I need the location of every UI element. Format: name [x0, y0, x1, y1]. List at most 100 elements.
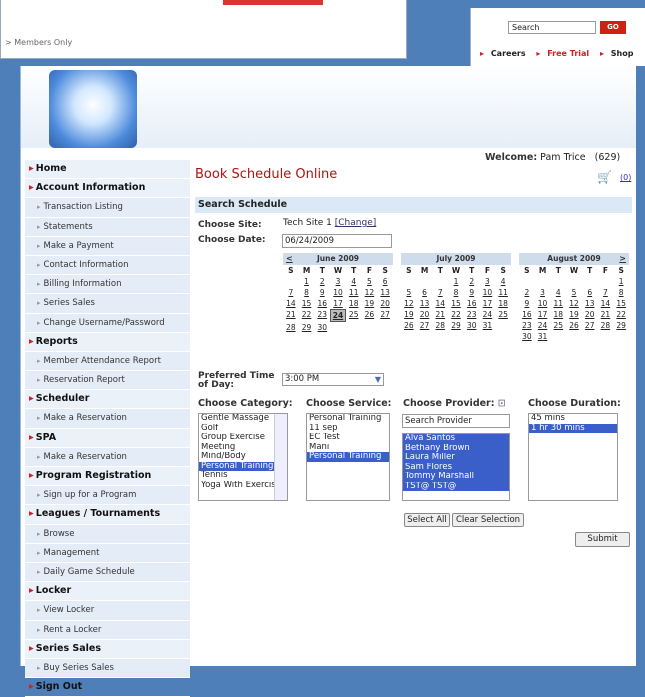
calendar-day[interactable]: 13	[582, 298, 598, 309]
sidebar-section-1[interactable]: ▸ Account Information	[25, 179, 190, 199]
calendar-day[interactable]: 15	[613, 298, 629, 309]
calendar-day[interactable]: 5	[401, 287, 417, 298]
calendar-day[interactable]: 29	[613, 320, 629, 331]
next-month-icon[interactable]: >	[619, 253, 626, 265]
provider-option[interactable]: Alva Santos	[403, 434, 509, 444]
sidebar-item-8[interactable]: ▸ Change Username/Password	[25, 313, 190, 333]
calendar-day[interactable]: 11	[346, 287, 362, 298]
calendar-day[interactable]: 26	[401, 320, 417, 331]
select-all-button[interactable]: Select All	[404, 513, 450, 527]
calendar-day[interactable]: 8	[448, 287, 464, 298]
sidebar-item-17[interactable]: ▸ Sign up for a Program	[25, 486, 190, 506]
shop-link[interactable]: ▸ Shop	[600, 49, 638, 58]
sidebar-section-27[interactable]: ▸ Sign Out	[25, 678, 190, 697]
calendar-day[interactable]: 11	[495, 287, 511, 298]
calendar-day[interactable]: 21	[598, 309, 614, 320]
calendar-day[interactable]: 20	[377, 298, 393, 309]
sidebar-item-11[interactable]: ▸ Reservation Report	[25, 371, 190, 391]
calendar-day[interactable]: 6	[417, 287, 433, 298]
submit-button[interactable]: Submit	[575, 532, 630, 547]
service-option[interactable]: 11 sep	[307, 424, 389, 434]
calendar-day[interactable]: 10	[535, 298, 551, 309]
calendar-day[interactable]: 18	[346, 298, 362, 309]
calendar-day[interactable]: 28	[598, 320, 614, 331]
sidebar-section-0[interactable]: ▸ Home	[25, 160, 190, 180]
sidebar-item-10[interactable]: ▸ Member Attendance Report	[25, 351, 190, 372]
calendar-day[interactable]: 30	[519, 331, 535, 342]
calendar-day[interactable]: 31	[535, 331, 551, 342]
calendar-day[interactable]: 23	[464, 309, 480, 320]
calendar-day[interactable]: 25	[550, 320, 566, 331]
calendar-day[interactable]: 9	[519, 298, 535, 309]
calendar-day[interactable]: 5	[566, 287, 582, 298]
calendar-day[interactable]: 7	[598, 287, 614, 298]
calendar-day[interactable]: 6	[582, 287, 598, 298]
change-site-link[interactable]: [Change]	[335, 218, 376, 228]
calendar-day[interactable]: 1	[299, 276, 315, 287]
calendar-day[interactable]: 3	[535, 287, 551, 298]
calendar-day[interactable]: 19	[362, 298, 378, 309]
duration-option[interactable]: 1 hr 30 mins	[529, 423, 617, 433]
scrollbar[interactable]	[274, 414, 287, 500]
calendar-day[interactable]: 29	[448, 320, 464, 331]
calendar-day[interactable]: 27	[417, 320, 433, 331]
calendar-day[interactable]: 16	[519, 309, 535, 320]
calendar-day[interactable]: 9	[464, 287, 480, 298]
filter-icon[interactable]: ⊡	[498, 398, 506, 409]
duration-listbox[interactable]: 45 mins 1 hr 30 mins	[528, 413, 618, 501]
calendar-day[interactable]: 3	[480, 276, 496, 287]
calendar-day[interactable]: 15	[299, 298, 315, 309]
calendar-day[interactable]: 12	[401, 298, 417, 309]
calendar-day[interactable]: 3	[330, 276, 346, 287]
provider-option[interactable]: Tommy Marshall	[403, 472, 509, 482]
calendar-day[interactable]: 19	[401, 309, 417, 320]
sidebar-item-13[interactable]: ▸ Make a Reservation	[25, 409, 190, 429]
calendar-day[interactable]: 12	[566, 298, 582, 309]
sidebar-item-21[interactable]: ▸ Daily Game Schedule	[25, 562, 190, 583]
prev-month-icon[interactable]: <	[286, 253, 293, 265]
calendar-day[interactable]: 28	[432, 320, 448, 331]
preferred-time-select[interactable]: 3:00 PM ▼	[282, 373, 384, 386]
calendar-day[interactable]: 6	[377, 276, 393, 287]
sidebar-item-5[interactable]: ▸ Contact Information	[25, 255, 190, 276]
sidebar-item-3[interactable]: ▸ Statements	[25, 217, 190, 237]
sidebar-section-12[interactable]: ▸ Scheduler	[25, 390, 190, 410]
calendar-day[interactable]: 26	[362, 309, 378, 322]
sidebar-section-25[interactable]: ▸ Series Sales	[25, 640, 190, 659]
calendar-day[interactable]: 19	[566, 309, 582, 320]
calendar-day[interactable]: 29	[299, 322, 315, 333]
search-input[interactable]: Search	[508, 21, 596, 34]
calendar-day[interactable]: 2	[519, 287, 535, 298]
calendar-day[interactable]: 1	[448, 276, 464, 287]
sidebar-item-7[interactable]: ▸ Series Sales	[25, 294, 190, 314]
calendar-day[interactable]: 5	[362, 276, 378, 287]
sidebar-section-22[interactable]: ▸ Locker	[25, 582, 190, 602]
calendar-day[interactable]: 10	[330, 287, 346, 298]
calendar-day[interactable]: 23	[314, 309, 330, 322]
calendar-day[interactable]: 8	[299, 287, 315, 298]
calendar-day[interactable]: 16	[464, 298, 480, 309]
provider-option[interactable]: Sam Flores	[403, 462, 509, 472]
calendar-day[interactable]: 30	[464, 320, 480, 331]
sidebar-item-6[interactable]: ▸ Billing Information	[25, 275, 190, 295]
calendar-day[interactable]: 18	[495, 298, 511, 309]
sidebar-item-15[interactable]: ▸ Make a Reservation	[25, 447, 190, 467]
calendar-day[interactable]: 21	[283, 309, 299, 322]
provider-option[interactable]: Bethany Brown	[403, 443, 509, 453]
cart-count[interactable]: (0)	[620, 173, 631, 182]
calendar-day[interactable]: 20	[417, 309, 433, 320]
provider-search-input[interactable]: Search Provider	[402, 414, 510, 428]
free-trial-link[interactable]: ▸ Free Trial	[536, 49, 593, 58]
provider-option[interactable]: TST@ TST@	[403, 481, 509, 491]
calendar-day[interactable]: 11	[550, 298, 566, 309]
calendar-day[interactable]: 26	[566, 320, 582, 331]
calendar-day[interactable]: 31	[480, 320, 496, 331]
calendar-day[interactable]: 7	[283, 287, 299, 298]
calendar-day[interactable]: 13	[417, 298, 433, 309]
calendar-day[interactable]: 22	[299, 309, 315, 322]
service-option[interactable]: Personal Training	[307, 414, 389, 424]
calendar-day[interactable]: 7	[432, 287, 448, 298]
calendar-day[interactable]: 25	[495, 309, 511, 320]
calendar-day[interactable]: 27	[377, 309, 393, 322]
calendar-day[interactable]: 9	[314, 287, 330, 298]
